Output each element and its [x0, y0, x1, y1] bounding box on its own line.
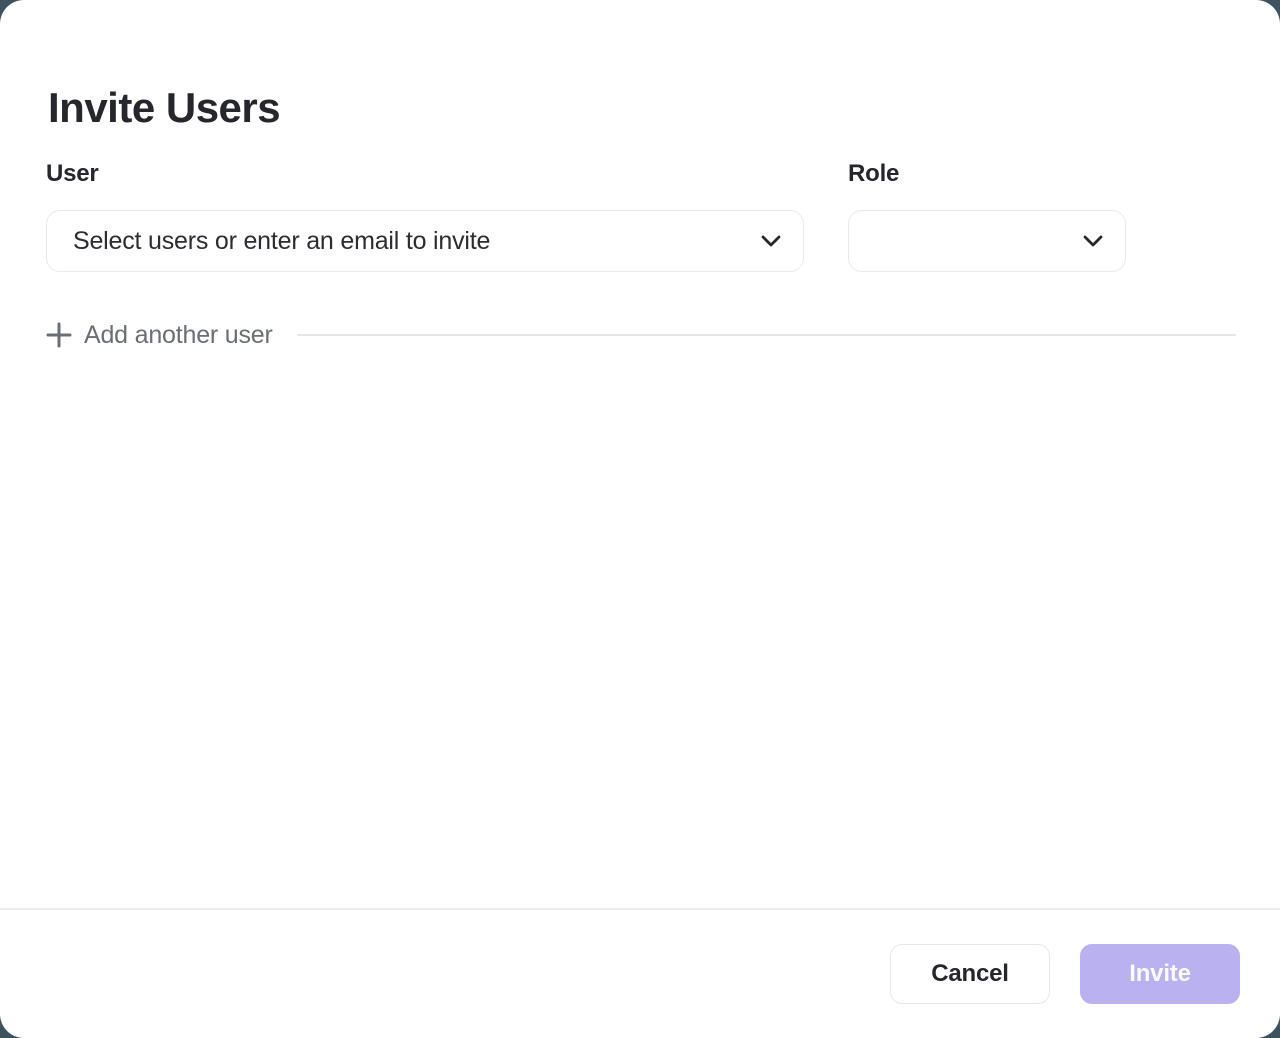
page-title: Invite Users — [48, 84, 280, 132]
invite-users-dialog: Invite Users User Select users or enter … — [0, 0, 1280, 1038]
section-divider-line — [297, 334, 1236, 336]
add-another-user-row: Add another user — [46, 322, 1236, 348]
user-select-placeholder: Select users or enter an email to invite — [73, 227, 490, 256]
cancel-button[interactable]: Cancel — [890, 944, 1050, 1004]
add-another-user-label: Add another user — [84, 321, 273, 350]
footer-divider — [0, 908, 1280, 910]
invite-button[interactable]: Invite — [1080, 944, 1240, 1004]
chevron-down-icon — [761, 235, 781, 247]
role-field-group: Role — [848, 160, 1126, 272]
user-field-group: User Select users or enter an email to i… — [46, 160, 804, 272]
user-select[interactable]: Select users or enter an email to invite — [46, 210, 804, 272]
chevron-down-icon — [1083, 235, 1103, 247]
plus-icon — [46, 322, 72, 348]
add-another-user-button[interactable]: Add another user — [46, 321, 273, 350]
role-field-label: Role — [848, 160, 1126, 188]
role-select[interactable] — [848, 210, 1126, 272]
user-field-label: User — [46, 160, 804, 188]
